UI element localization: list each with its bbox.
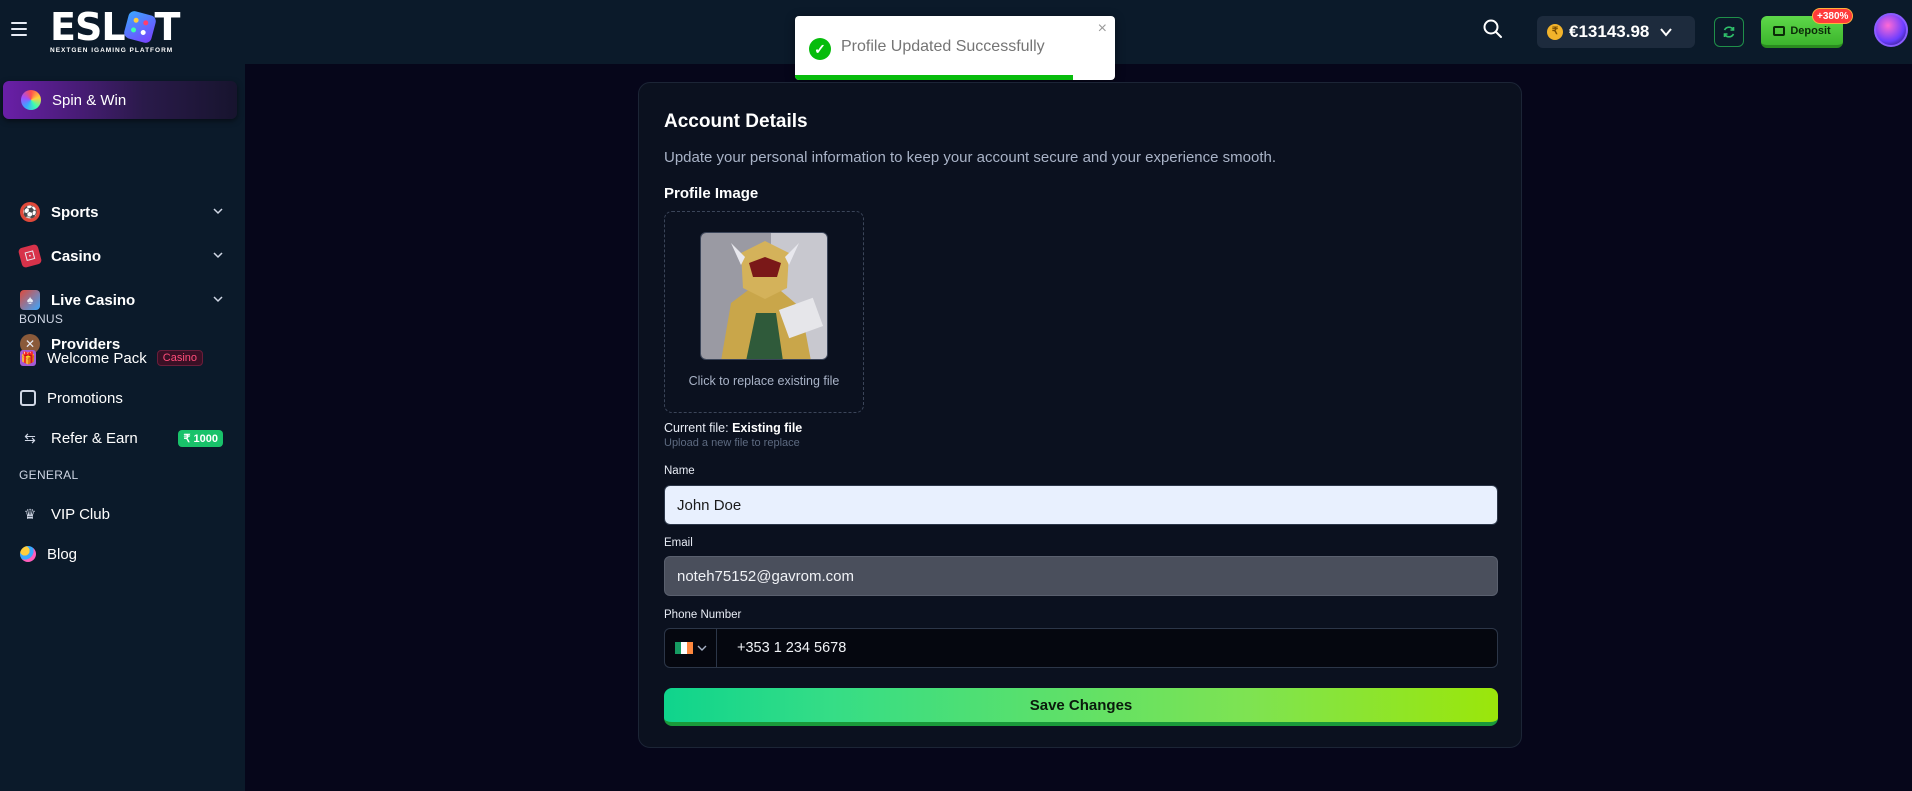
sidebar-item-label: Spin & Win bbox=[52, 91, 127, 109]
promotions-icon bbox=[20, 390, 36, 406]
sidebar-item-label: Sports bbox=[51, 203, 99, 221]
profile-image-label: Profile Image bbox=[664, 185, 759, 202]
profile-image-dropzone[interactable]: Click to replace existing file bbox=[664, 211, 864, 413]
sidebar-item-refer-earn[interactable]: ⇆ Refer & Earn ₹ 1000 bbox=[0, 418, 245, 458]
brand-tagline: NEXTGEN IGAMING PLATFORM bbox=[50, 47, 174, 54]
balance-selector[interactable]: ₹ €13143.98 bbox=[1537, 16, 1695, 48]
sidebar-item-casino[interactable]: ⚀ Casino bbox=[0, 236, 245, 276]
sidebar-item-label: Promotions bbox=[47, 389, 123, 407]
sidebar: Spin & Win ⚽ Sports ⚀ Casino ♠ Live Casi… bbox=[0, 64, 245, 791]
phone-field-group bbox=[664, 628, 1498, 668]
casino-icon: ⚀ bbox=[17, 243, 43, 269]
chevron-down-icon bbox=[697, 645, 706, 651]
sidebar-item-welcome-pack[interactable]: 🎁 Welcome Pack Casino bbox=[0, 338, 245, 378]
sidebar-item-vip-club[interactable]: ♛ VIP Club bbox=[0, 494, 245, 534]
ireland-flag-icon bbox=[674, 642, 693, 654]
sidebar-item-label: Live Casino bbox=[51, 291, 136, 309]
brand-name-left: ESL bbox=[50, 5, 126, 49]
upload-hint: Upload a new file to replace bbox=[664, 437, 800, 449]
crown-icon: ♛ bbox=[23, 505, 37, 522]
refer-reward-badge: ₹ 1000 bbox=[178, 430, 223, 447]
sidebar-item-label: Blog bbox=[47, 545, 78, 563]
toast-close-icon[interactable]: × bbox=[1098, 20, 1107, 38]
chevron-down-icon bbox=[213, 208, 223, 215]
country-code-select[interactable] bbox=[665, 629, 717, 667]
refer-icon: ⇆ bbox=[24, 429, 36, 446]
coin-icon: ₹ bbox=[1547, 24, 1563, 40]
sidebar-item-label: Refer & Earn bbox=[51, 429, 138, 447]
current-file-info: Current file: Existing file bbox=[664, 421, 802, 435]
sidebar-item-sports[interactable]: ⚽ Sports bbox=[0, 192, 245, 232]
live-casino-icon: ♠ bbox=[20, 290, 40, 310]
save-changes-button[interactable]: Save Changes bbox=[664, 688, 1498, 726]
refresh-icon bbox=[1723, 26, 1735, 38]
blog-icon bbox=[20, 546, 36, 562]
success-toast: ✓ Profile Updated Successfully × bbox=[795, 16, 1115, 80]
page-title: Account Details bbox=[664, 111, 808, 132]
deposit-bonus-badge: +380% bbox=[1812, 8, 1854, 24]
sidebar-item-label: Welcome Pack bbox=[47, 349, 147, 367]
page-subtitle: Update your personal information to keep… bbox=[664, 149, 1277, 166]
sidebar-item-label: VIP Club bbox=[51, 505, 110, 523]
account-details-card: Account Details Update your personal inf… bbox=[638, 82, 1522, 748]
chevron-down-icon bbox=[213, 252, 223, 259]
sports-icon: ⚽ bbox=[20, 202, 40, 222]
casino-tag: Casino bbox=[156, 350, 204, 366]
sidebar-item-promotions[interactable]: Promotions bbox=[0, 378, 245, 418]
current-file-prefix: Current file: bbox=[664, 421, 729, 435]
wallet-icon bbox=[1773, 25, 1786, 36]
name-field[interactable] bbox=[664, 485, 1498, 525]
spin-wheel-icon bbox=[21, 90, 41, 110]
email-label: Email bbox=[664, 537, 693, 549]
sidebar-item-blog[interactable]: Blog bbox=[0, 534, 245, 574]
balance-amount: €13143.98 bbox=[1569, 22, 1650, 41]
refresh-button[interactable] bbox=[1714, 17, 1744, 47]
dropzone-text: Click to replace existing file bbox=[688, 374, 840, 388]
phone-label: Phone Number bbox=[664, 609, 742, 621]
chevron-down-icon bbox=[213, 296, 223, 303]
dice-icon bbox=[122, 9, 157, 45]
email-field bbox=[664, 556, 1498, 596]
profile-image-thumbnail bbox=[700, 232, 828, 360]
brand-logo[interactable]: ESL T NEXTGEN IGAMING PLATFORM bbox=[50, 8, 190, 54]
chevron-down-icon bbox=[1660, 28, 1673, 37]
gift-icon: 🎁 bbox=[20, 350, 36, 366]
section-label-bonus: BONUS bbox=[19, 312, 64, 326]
menu-icon[interactable] bbox=[11, 22, 27, 36]
sidebar-item-spin-win[interactable]: Spin & Win bbox=[3, 81, 237, 119]
search-icon[interactable] bbox=[1482, 18, 1504, 40]
phone-input[interactable] bbox=[717, 629, 1497, 667]
toast-progress-bar bbox=[795, 75, 1074, 80]
section-label-general: GENERAL bbox=[19, 468, 79, 482]
current-file-name: Existing file bbox=[732, 421, 803, 435]
name-label: Name bbox=[664, 465, 695, 477]
user-avatar[interactable] bbox=[1874, 13, 1908, 47]
deposit-label: Deposit bbox=[1790, 24, 1831, 37]
toast-message: Profile Updated Successfully bbox=[841, 38, 1045, 55]
brand-name-right: T bbox=[154, 5, 181, 49]
sidebar-item-label: Casino bbox=[51, 247, 102, 265]
check-circle-icon: ✓ bbox=[809, 38, 831, 60]
